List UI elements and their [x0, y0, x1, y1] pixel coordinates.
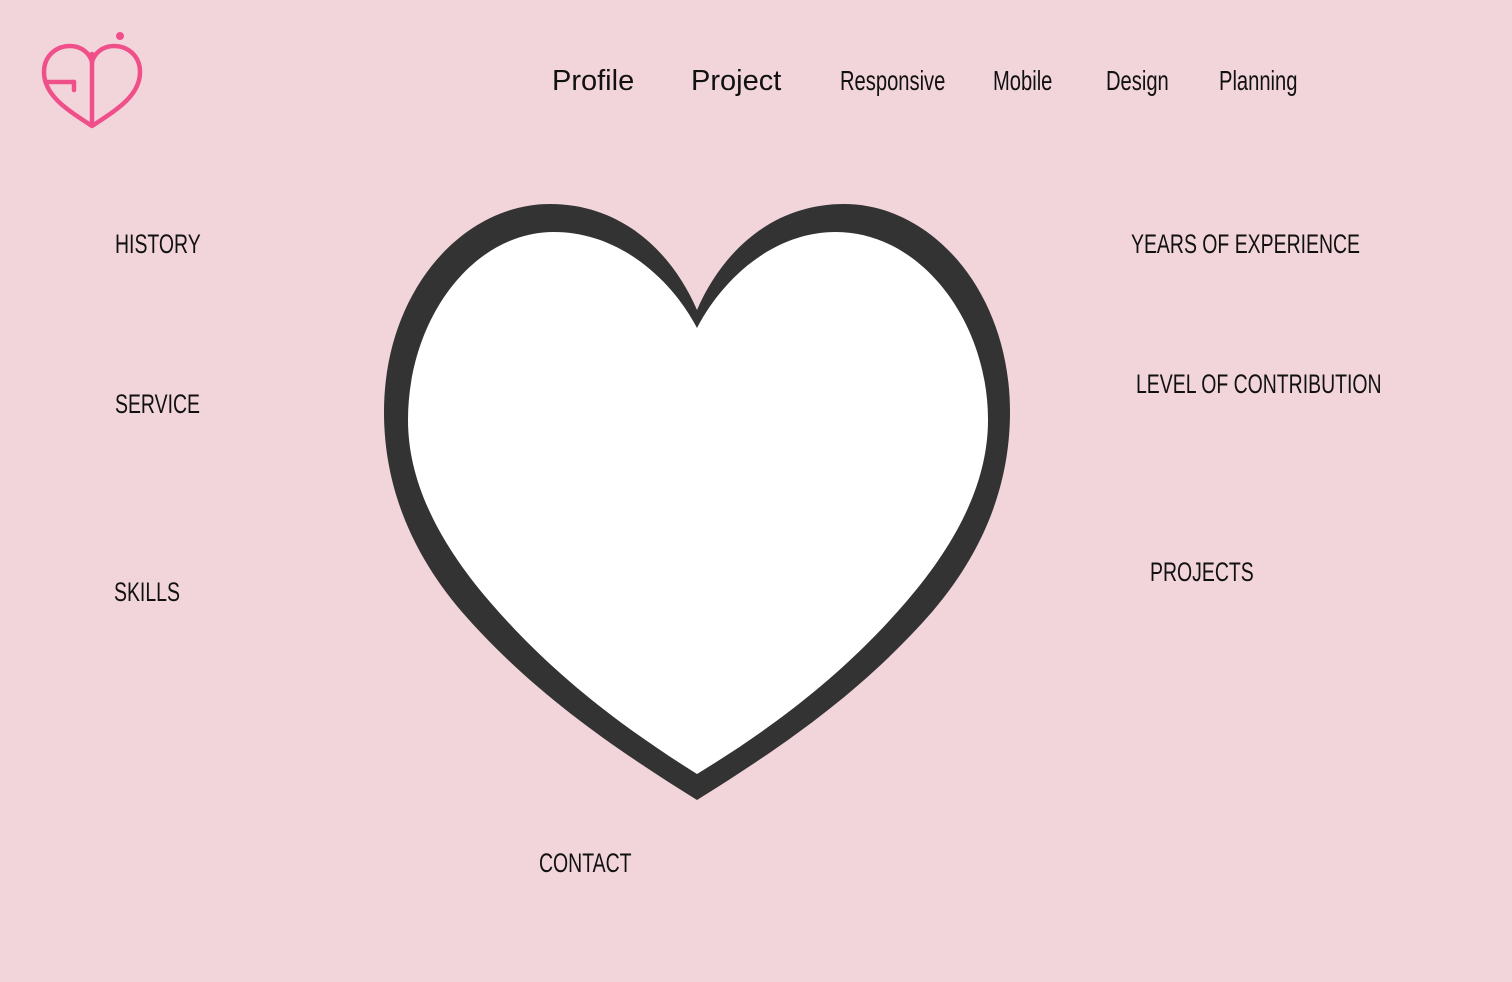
- nav-profile-link[interactable]: Profile: [552, 67, 634, 96]
- history-link[interactable]: HISTORY: [115, 231, 201, 258]
- nav-mobile-link[interactable]: Mobile: [993, 67, 1052, 95]
- level-of-contribution-link[interactable]: LEVEL OF CONTRIBUTION: [1136, 371, 1382, 398]
- service-link[interactable]: SERVICE: [115, 391, 200, 418]
- nav-project-link[interactable]: Project: [691, 67, 781, 96]
- nav-design-link[interactable]: Design: [1106, 67, 1169, 95]
- nav-planning-link[interactable]: Planning: [1219, 67, 1297, 95]
- skills-link[interactable]: SKILLS: [114, 579, 180, 606]
- heart-logo-icon[interactable]: [38, 26, 148, 136]
- heart-icon: [384, 204, 1010, 800]
- projects-link[interactable]: PROJECTS: [1150, 559, 1254, 586]
- contact-link[interactable]: CONTACT: [539, 850, 632, 877]
- years-of-experience-link[interactable]: YEARS OF EXPERIENCE: [1131, 231, 1360, 258]
- nav-responsive-link[interactable]: Responsive: [840, 67, 945, 95]
